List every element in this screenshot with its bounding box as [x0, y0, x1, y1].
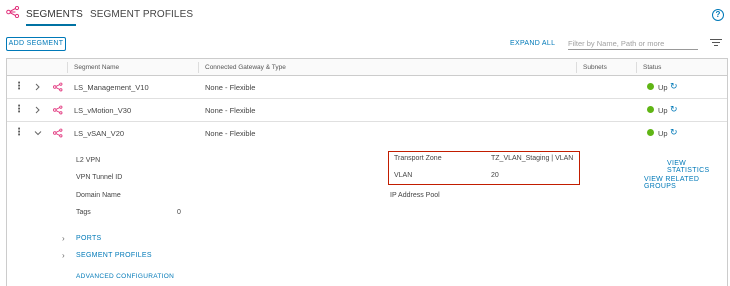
gateway-type: None - Flexible: [205, 106, 256, 115]
segment-detail-panel: L2 VPN VPN Tunnel ID Domain Name Tags 0 …: [7, 146, 727, 286]
segment-profiles-section-toggle[interactable]: SEGMENT PROFILES: [76, 252, 152, 259]
help-icon[interactable]: ?: [712, 9, 724, 21]
transport-zone-label: Transport Zone: [394, 155, 442, 162]
transport-zone-value: TZ_VLAN_Staging | VLAN: [491, 155, 574, 162]
refresh-icon[interactable]: ↻: [670, 104, 678, 115]
chevron-right-icon[interactable]: ›: [62, 251, 65, 260]
tags-count[interactable]: 0: [177, 209, 181, 216]
table-row[interactable]: ⋮ LS_Management_V10 None - Flexible Up ↻: [7, 76, 727, 99]
status-text: Up: [658, 83, 668, 92]
vpn-tunnel-label: VPN Tunnel ID: [76, 174, 123, 181]
chevron-right-icon[interactable]: ›: [62, 234, 65, 243]
segment-name[interactable]: LS_Management_V10: [74, 83, 149, 92]
segment-name[interactable]: LS_vSAN_V20: [74, 129, 124, 138]
ports-section-toggle[interactable]: PORTS: [76, 235, 102, 242]
table-row[interactable]: ⋮ LS_vSAN_V20 None - Flexible Up ↻: [7, 122, 727, 145]
chevron-down-icon[interactable]: [33, 127, 43, 139]
view-related-groups-link[interactable]: VIEW RELATED GROUPS: [644, 176, 727, 190]
gateway-type: None - Flexible: [205, 83, 256, 92]
segment-icon: [6, 6, 20, 18]
l2vpn-label: L2 VPN: [76, 157, 101, 164]
tab-segment-profiles[interactable]: SEGMENT PROFILES: [90, 9, 193, 20]
tab-segments[interactable]: SEGMENTS: [26, 9, 83, 20]
filter-icon[interactable]: [710, 39, 722, 47]
domain-name-label: Domain Name: [76, 192, 121, 199]
expand-all-button[interactable]: EXPAND ALL: [510, 40, 555, 47]
column-segment-name[interactable]: Segment Name: [74, 64, 119, 71]
refresh-icon[interactable]: ↻: [670, 127, 678, 138]
tags-label: Tags: [76, 209, 91, 216]
chevron-right-icon[interactable]: [33, 81, 43, 93]
refresh-icon[interactable]: ↻: [670, 81, 678, 92]
kebab-menu-icon[interactable]: ⋮: [14, 82, 24, 92]
segment-icon: [53, 105, 63, 115]
kebab-menu-icon[interactable]: ⋮: [14, 105, 24, 115]
status-up-icon: [647, 129, 654, 136]
column-gateway[interactable]: Connected Gateway & Type: [205, 64, 286, 71]
ip-pool-label: IP Address Pool: [390, 192, 440, 199]
gateway-type: None - Flexible: [205, 129, 256, 138]
status-up-icon: [647, 83, 654, 90]
segments-grid: Segment Name Connected Gateway & Type Su…: [6, 58, 728, 286]
vlan-label: VLAN: [394, 172, 413, 179]
status-up-icon: [647, 106, 654, 113]
advanced-configuration-link[interactable]: ADVANCED CONFIGURATION: [76, 273, 174, 280]
chevron-right-icon[interactable]: [33, 104, 43, 116]
vlan-value: 20: [491, 172, 499, 179]
kebab-menu-icon[interactable]: ⋮: [14, 128, 24, 138]
active-tab-indicator: [26, 24, 76, 26]
segment-icon: [53, 82, 63, 92]
add-segment-button[interactable]: ADD SEGMENT: [6, 37, 66, 51]
column-status[interactable]: Status: [643, 64, 661, 71]
segment-icon: [53, 128, 63, 138]
filter-input[interactable]: [568, 37, 698, 50]
segment-name[interactable]: LS_vMotion_V30: [74, 106, 131, 115]
tab-bar: SEGMENTS SEGMENT PROFILES ?: [0, 0, 730, 26]
table-row[interactable]: ⋮ LS_vMotion_V30 None - Flexible Up ↻: [7, 99, 727, 122]
column-subnets[interactable]: Subnets: [583, 64, 607, 71]
grid-header: Segment Name Connected Gateway & Type Su…: [7, 59, 727, 76]
status-text: Up: [658, 129, 668, 138]
view-statistics-link[interactable]: VIEW STATISTICS: [667, 160, 727, 174]
status-text: Up: [658, 106, 668, 115]
